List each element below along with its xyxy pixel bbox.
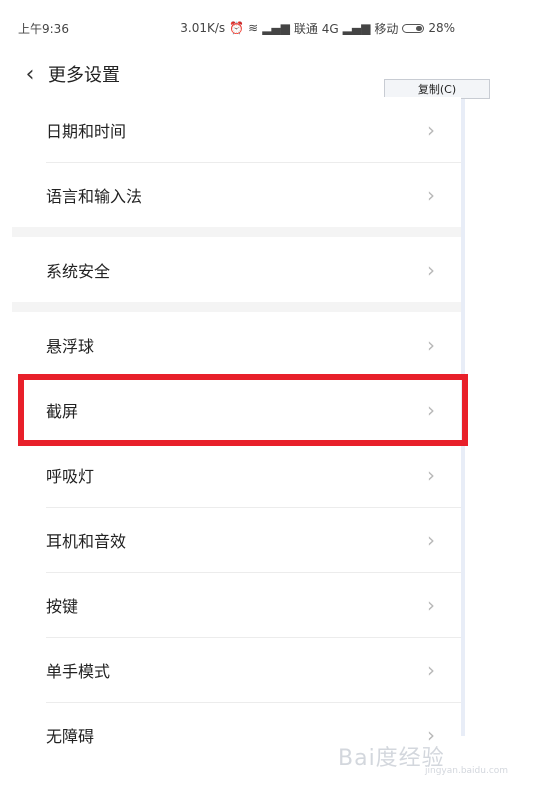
item-label: 无障碍 [46,726,95,746]
settings-item-floating-ball[interactable]: 悬浮球 › [12,312,461,377]
item-label: 按键 [46,596,79,616]
settings-item-headphones-audio[interactable]: 耳机和音效 › [12,507,461,572]
carrier-unicom: 联通 4G [293,21,339,36]
battery-percent: 28% [428,21,455,35]
settings-item-breathing-light[interactable]: 呼吸灯 › [12,442,461,507]
back-icon[interactable]: ‹ [12,54,48,94]
status-time: 上午9:36 [18,21,69,36]
settings-group-1: 日期和时间 › 语言和输入法 › [12,97,461,227]
item-label: 耳机和音效 [46,531,127,551]
item-label: 系统安全 [46,261,111,281]
settings-item-buttons[interactable]: 按键 › [12,572,461,637]
group-divider [12,302,461,312]
item-label: 截屏 [46,401,79,421]
item-label: 单手模式 [46,661,111,681]
watermark-url: jingyan.baidu.com [425,766,509,776]
signal-icon: ▂▄▆ [262,21,290,35]
chevron-right-icon: › [427,257,435,282]
settings-group-3: 悬浮球 › 截屏 › 呼吸灯 › 耳机和音效 › 按键 › 单手模式 › 无障碍… [12,312,461,767]
chevron-right-icon: › [427,462,435,487]
wifi-icon: ≋ [248,21,259,35]
chevron-right-icon: › [427,592,435,617]
signal-icon-2: ▂▄▆ [342,21,371,35]
chevron-right-icon: › [427,397,435,422]
item-label: 悬浮球 [46,336,95,356]
baidu-watermark: Bai度经验 jingyan.baidu.com [290,740,509,780]
network-speed: 3.01K/s [180,21,226,35]
carrier-mobile: 移动 [374,21,399,36]
alarm-icon: ⏰ [229,21,245,35]
settings-group-2: 系统安全 › [12,237,461,302]
page-title: 更多设置 [48,65,120,86]
chevron-right-icon: › [427,117,435,142]
chevron-right-icon: › [427,657,435,682]
copy-menu-item[interactable]: 复制(C) [384,79,490,99]
chevron-right-icon: › [427,332,435,357]
item-label: 日期和时间 [46,121,127,141]
settings-item-screenshot[interactable]: 截屏 › [12,377,461,442]
settings-item-language-input[interactable]: 语言和输入法 › [12,162,461,227]
item-label: 呼吸灯 [46,466,95,486]
chevron-right-icon: › [427,182,435,207]
status-bar: 上午9:36 3.01K/s ⏰ ≋ ▂▄▆ 联通 4G ▂▄▆ 移动 28% [12,14,461,42]
group-divider [12,227,461,237]
battery-icon [402,23,425,33]
item-label: 语言和输入法 [46,186,143,206]
settings-item-date-time[interactable]: 日期和时间 › [12,97,461,162]
settings-item-security[interactable]: 系统安全 › [12,237,461,302]
chevron-right-icon: › [427,527,435,552]
status-right: 3.01K/s ⏰ ≋ ▂▄▆ 联通 4G ▂▄▆ 移动 28% [180,20,455,37]
settings-item-one-hand-mode[interactable]: 单手模式 › [12,637,461,702]
